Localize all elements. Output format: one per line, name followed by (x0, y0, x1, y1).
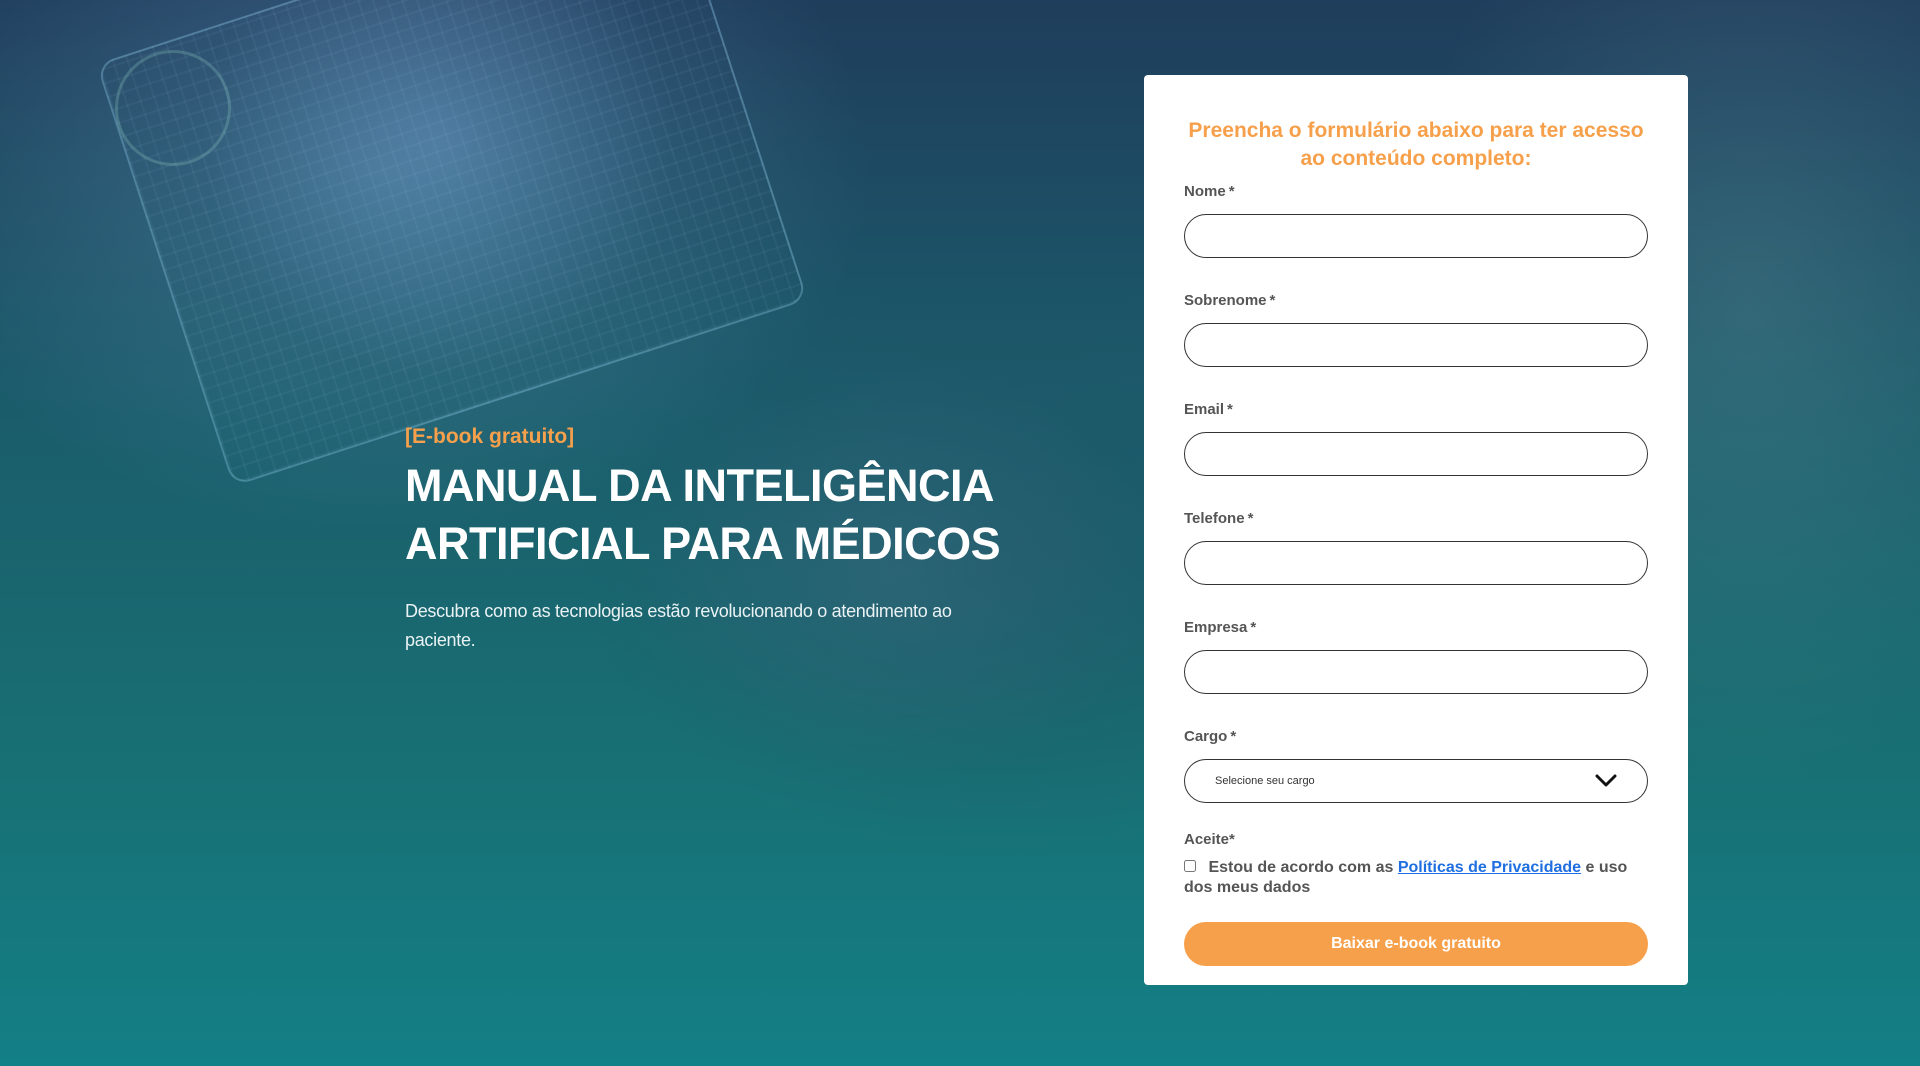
email-input[interactable] (1184, 432, 1648, 476)
consent-label: Aceite* (1184, 831, 1235, 848)
sobrenome-label: Sobrenome * (1184, 292, 1276, 309)
hero-description: Descubra como as tecnologias estão revol… (405, 601, 952, 650)
field-sobrenome: Sobrenome * (1184, 292, 1648, 367)
hero-tag: [E-book gratuito] (405, 425, 575, 448)
lead-form: Preencha o formulário abaixo para ter ac… (1144, 75, 1688, 985)
download-ebook-button[interactable]: Baixar e-book gratuito (1184, 922, 1648, 966)
nome-label: Nome * (1184, 183, 1235, 200)
telefone-input[interactable] (1184, 541, 1648, 585)
consent-text-before: Estou de acordo com as (1208, 859, 1394, 876)
consent-row: Estou de acordo com as Políticas de Priv… (1184, 858, 1648, 898)
nome-input[interactable] (1184, 214, 1648, 258)
field-cargo: Cargo * Selecione seu cargo (1184, 728, 1648, 803)
sobrenome-input[interactable] (1184, 323, 1648, 367)
cargo-label: Cargo * (1184, 728, 1237, 745)
field-empresa: Empresa * (1184, 619, 1648, 694)
email-label: Email * (1184, 401, 1233, 418)
telefone-label: Telefone * (1184, 510, 1254, 527)
field-email: Email * (1184, 401, 1648, 476)
hero-section: [E-book gratuito] MANUAL DA INTELIGÊNCIA… (405, 425, 1045, 655)
cargo-select[interactable]: Selecione seu cargo (1184, 759, 1648, 803)
empresa-label: Empresa * (1184, 619, 1257, 636)
chevron-down-icon (1595, 774, 1617, 787)
field-nome: Nome * (1184, 183, 1648, 258)
empresa-input[interactable] (1184, 650, 1648, 694)
cargo-selected-value: Selecione seu cargo (1215, 775, 1315, 787)
field-telefone: Telefone * (1184, 510, 1648, 585)
cargo-select-box[interactable]: Selecione seu cargo (1184, 759, 1648, 803)
background-ring-image (115, 50, 231, 166)
privacy-policy-link[interactable]: Políticas de Privacidade (1398, 859, 1581, 876)
consent-checkbox[interactable] (1184, 859, 1196, 872)
hero-title-line-1: MANUAL DA INTELIGÊNCIA (405, 460, 995, 511)
hero-title-line-2: ARTIFICIAL PARA MÉDICOS (405, 518, 1001, 569)
hero-title: MANUAL DA INTELIGÊNCIA ARTIFICIAL PARA M… (405, 457, 1045, 573)
form-heading: Preencha o formulário abaixo para ter ac… (1188, 119, 1644, 170)
